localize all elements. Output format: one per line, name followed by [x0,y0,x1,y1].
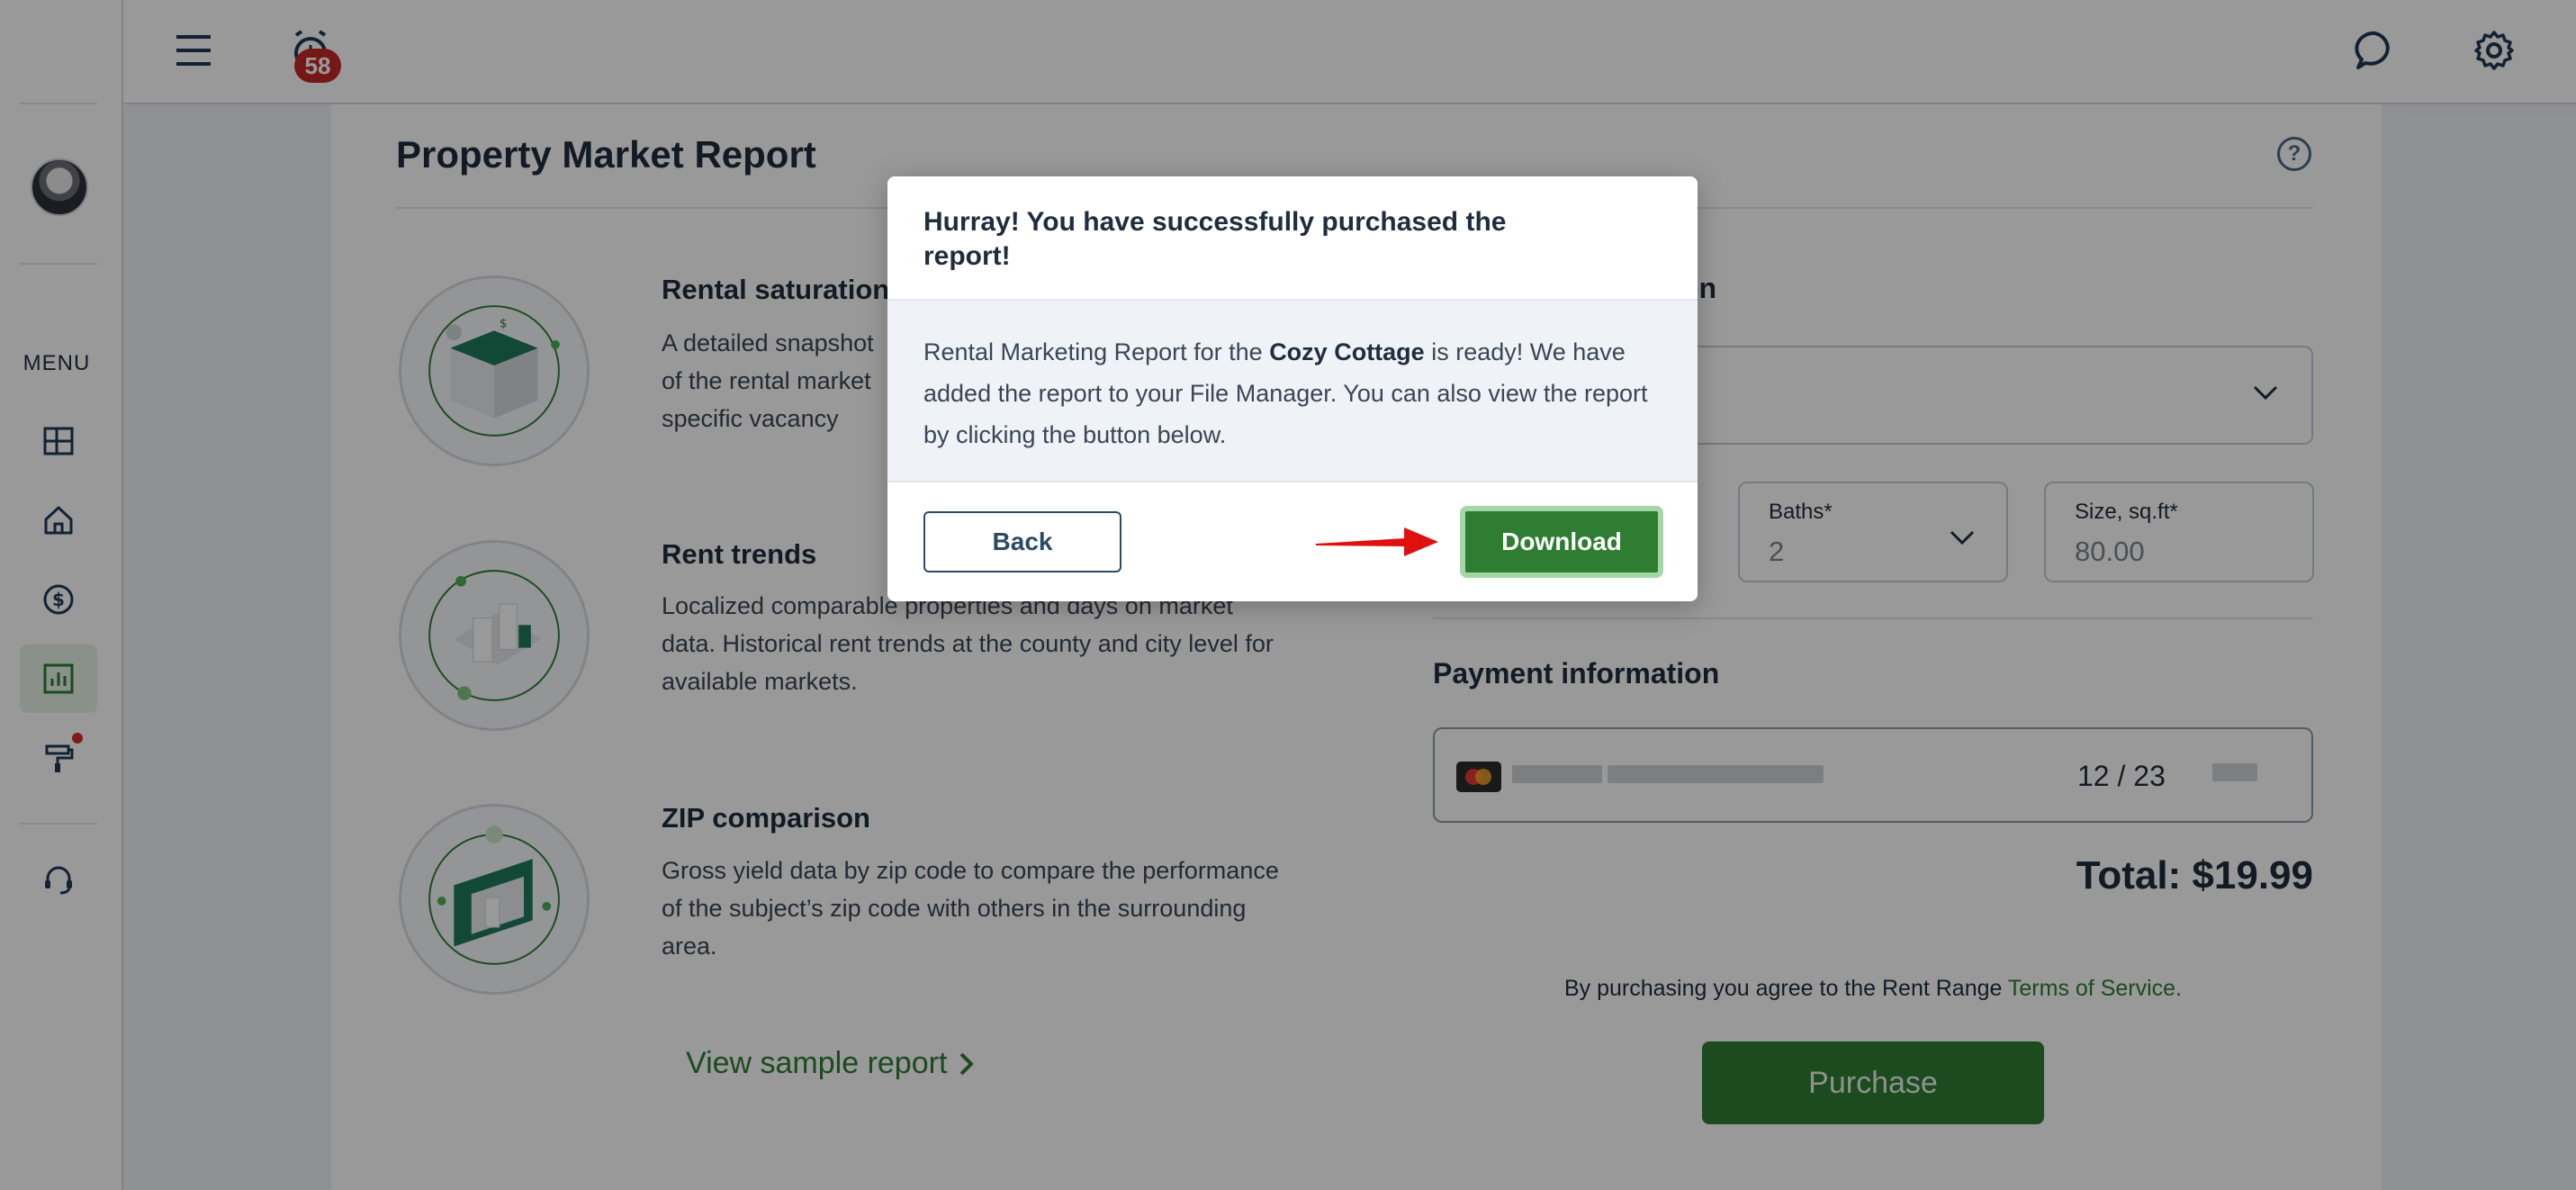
download-button[interactable]: Download [1460,506,1663,578]
dialog-header: Hurray! You have successfully purchased … [887,176,1698,301]
dialog-body: Rental Marketing Report for the Cozy Cot… [887,301,1698,482]
red-arrow-annotation-icon [1316,527,1438,556]
back-button[interactable]: Back [923,511,1121,572]
dialog-message: Rental Marketing Report for the Cozy Cot… [923,331,1662,455]
purchase-success-dialog: Hurray! You have successfully purchased … [887,176,1698,601]
dialog-title: Hurray! You have successfully purchased … [923,207,1507,271]
property-name: Cozy Cottage [1269,338,1425,365]
dialog-message-prefix: Rental Marketing Report for the [923,338,1270,365]
